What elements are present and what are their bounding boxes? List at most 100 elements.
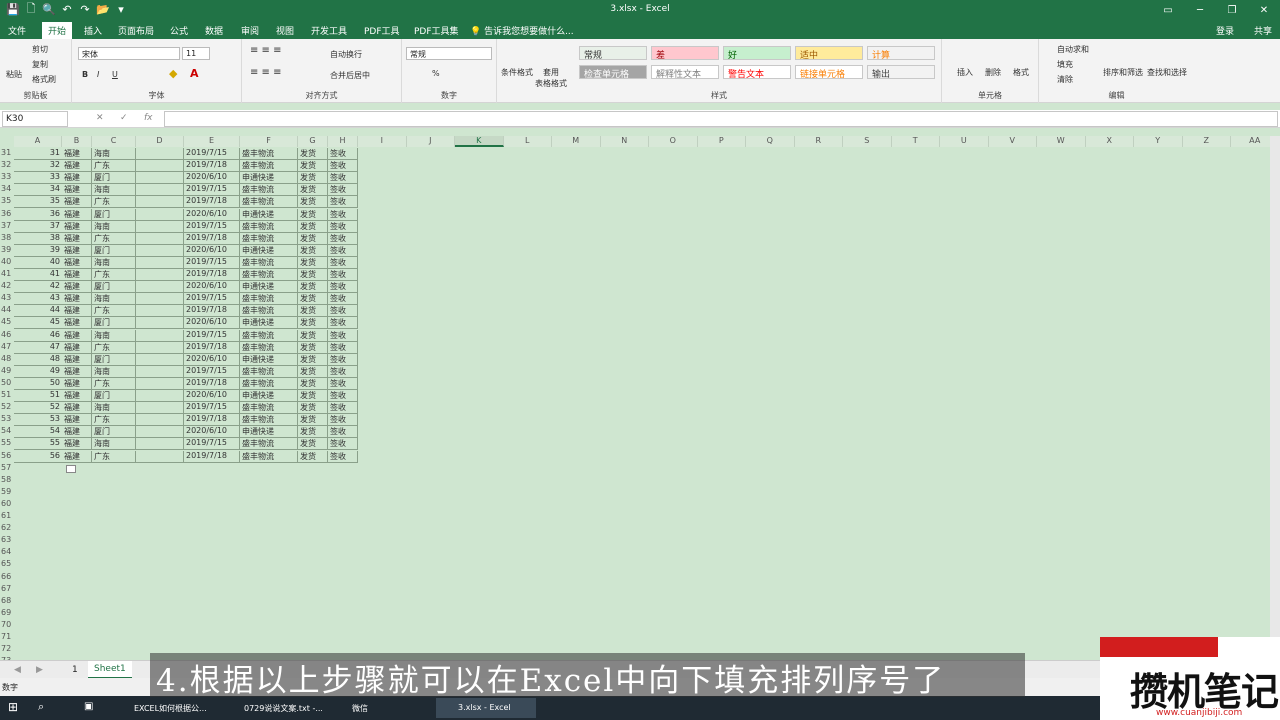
login-link[interactable]: 登录 xyxy=(1216,24,1234,37)
fill-button[interactable]: 填充 xyxy=(1057,59,1073,70)
taskbar-item[interactable]: 微信 xyxy=(330,698,420,718)
column-header-Y[interactable]: Y xyxy=(1134,136,1183,147)
table-cell[interactable]: 福建 xyxy=(62,317,92,330)
table-cell[interactable]: 2019/7/18 xyxy=(184,305,240,318)
table-cell[interactable]: 签收 xyxy=(328,220,358,233)
table-cell[interactable]: 40 xyxy=(14,257,62,269)
table-cell[interactable]: 盛丰物流 xyxy=(240,402,298,415)
font-size-select[interactable]: 11 xyxy=(182,47,210,60)
table-cell[interactable]: 发货 xyxy=(298,377,328,390)
row-header[interactable]: 69 xyxy=(0,608,14,617)
table-format-button[interactable]: 套用 表格格式 xyxy=(535,67,567,89)
conditional-format-button[interactable]: 条件格式 xyxy=(501,67,533,78)
column-header-H[interactable]: H xyxy=(328,136,358,147)
table-cell[interactable]: 发货 xyxy=(298,341,328,354)
column-header-W[interactable]: W xyxy=(1037,136,1086,147)
table-cell[interactable]: 盛丰物流 xyxy=(240,256,298,269)
row-header[interactable]: 48 xyxy=(0,354,14,363)
table-cell[interactable]: 33 xyxy=(14,172,62,185)
table-cell[interactable]: 广东 xyxy=(92,269,136,282)
table-cell[interactable]: 2019/7/18 xyxy=(184,160,240,173)
table-cell[interactable]: 2019/7/15 xyxy=(184,148,240,161)
prev-sheet-icon[interactable]: ◀ xyxy=(14,665,21,675)
table-cell[interactable]: 2020/6/10 xyxy=(184,172,240,185)
table-cell[interactable]: 2019/7/18 xyxy=(184,232,240,245)
row-header[interactable]: 47 xyxy=(0,342,14,351)
table-cell[interactable]: 2019/7/18 xyxy=(184,196,240,209)
column-header-T[interactable]: T xyxy=(891,136,940,147)
table-cell[interactable] xyxy=(136,196,184,209)
row-header[interactable]: 43 xyxy=(0,293,14,302)
table-cell[interactable]: 发货 xyxy=(298,208,328,221)
tab-9[interactable]: PDF工具 xyxy=(364,24,400,37)
table-cell[interactable]: 福建 xyxy=(62,365,92,378)
table-cell[interactable]: 42 xyxy=(14,281,62,294)
column-header-I[interactable]: I xyxy=(358,136,407,147)
row-header[interactable]: 55 xyxy=(0,438,14,447)
search-icon[interactable]: ⌕ xyxy=(38,700,44,714)
table-cell[interactable]: 厦门 xyxy=(92,353,136,366)
table-cell[interactable]: 发货 xyxy=(298,148,328,161)
table-cell[interactable] xyxy=(136,244,184,257)
table-cell[interactable]: 签收 xyxy=(328,414,358,427)
table-cell[interactable]: 签收 xyxy=(328,244,358,257)
table-cell[interactable]: 2020/6/10 xyxy=(184,317,240,330)
column-header-A[interactable]: A xyxy=(14,136,62,147)
autosum-button[interactable]: 自动求和 xyxy=(1057,44,1089,55)
table-cell[interactable]: 2019/7/15 xyxy=(184,293,240,306)
cell-style-7[interactable]: 警告文本 xyxy=(723,65,791,80)
table-cell[interactable]: 发货 xyxy=(298,184,328,197)
table-cell[interactable]: 福建 xyxy=(62,208,92,221)
taskbar-item[interactable]: 0729说说文案.txt -... xyxy=(222,698,322,718)
tab-4[interactable]: 公式 xyxy=(170,24,188,37)
table-cell[interactable]: 签收 xyxy=(328,281,358,294)
table-cell[interactable] xyxy=(136,220,184,233)
row-header[interactable]: 59 xyxy=(0,487,14,496)
table-cell[interactable]: 福建 xyxy=(62,220,92,233)
row-header[interactable]: 67 xyxy=(0,584,14,593)
row-header[interactable]: 52 xyxy=(0,402,14,411)
table-cell[interactable]: 福建 xyxy=(62,256,92,269)
column-header-Z[interactable]: Z xyxy=(1182,136,1231,147)
table-cell[interactable] xyxy=(136,160,184,173)
row-header[interactable]: 61 xyxy=(0,511,14,520)
table-cell[interactable]: 海南 xyxy=(92,438,136,451)
table-cell[interactable]: 海南 xyxy=(92,148,136,161)
table-cell[interactable]: 盛丰物流 xyxy=(240,269,298,282)
table-cell[interactable]: 2019/7/15 xyxy=(184,256,240,269)
table-cell[interactable]: 广东 xyxy=(92,377,136,390)
format-button[interactable]: 格式 xyxy=(1013,67,1029,78)
table-cell[interactable]: 盛丰物流 xyxy=(240,220,298,233)
table-cell[interactable]: 2019/7/15 xyxy=(184,402,240,415)
row-header[interactable]: 50 xyxy=(0,378,14,387)
table-cell[interactable]: 申通快递 xyxy=(240,426,298,439)
table-cell[interactable]: 福建 xyxy=(62,426,92,439)
row-header[interactable]: 36 xyxy=(0,209,14,218)
table-cell[interactable]: 51 xyxy=(14,390,62,403)
formula-input[interactable] xyxy=(164,111,1278,127)
table-cell[interactable]: 发货 xyxy=(298,317,328,330)
table-cell[interactable]: 厦门 xyxy=(92,317,136,330)
table-cell[interactable]: 32 xyxy=(14,160,62,173)
insert-button[interactable]: 插入 xyxy=(957,67,973,78)
table-cell[interactable]: 签收 xyxy=(328,426,358,439)
tab-0[interactable]: 文件 xyxy=(8,24,26,37)
table-cell[interactable]: 签收 xyxy=(328,269,358,282)
underline-button[interactable]: U xyxy=(112,70,118,79)
table-cell[interactable]: 47 xyxy=(14,342,62,354)
row-header[interactable]: 46 xyxy=(0,330,14,339)
table-cell[interactable]: 签收 xyxy=(328,160,358,173)
table-cell[interactable]: 盛丰物流 xyxy=(240,365,298,378)
tab-8[interactable]: 开发工具 xyxy=(311,24,347,37)
table-cell[interactable]: 福建 xyxy=(62,305,92,318)
table-cell[interactable]: 41 xyxy=(14,269,62,282)
row-header[interactable]: 44 xyxy=(0,305,14,314)
table-cell[interactable]: 发货 xyxy=(298,256,328,269)
column-header-D[interactable]: D xyxy=(136,136,184,147)
row-header[interactable]: 39 xyxy=(0,245,14,254)
row-header[interactable]: 40 xyxy=(0,257,14,266)
window-control-button[interactable]: ❐ xyxy=(1216,0,1248,20)
table-cell[interactable] xyxy=(136,293,184,306)
column-header-U[interactable]: U xyxy=(940,136,989,147)
table-cell[interactable]: 福建 xyxy=(62,341,92,354)
